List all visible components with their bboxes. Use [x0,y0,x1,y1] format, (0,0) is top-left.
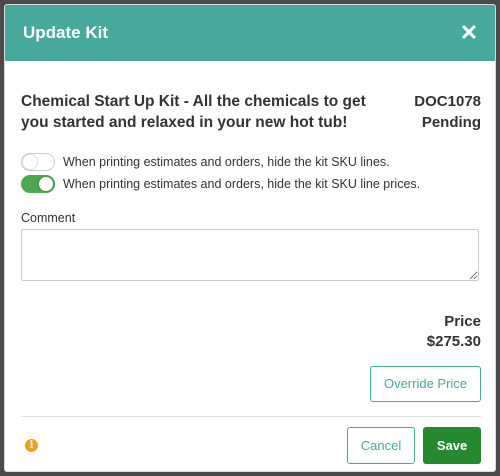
comment-label: Comment [21,211,76,225]
status-label: Pending [421,114,481,131]
toggle-knob [39,177,53,191]
hide-sku-prices-toggle[interactable] [21,175,55,193]
override-price-button[interactable]: Override Price [370,366,481,402]
kit-name: Chemical Start Up Kit - All the chemical… [21,93,366,131]
price-block: Price $275.30 [21,312,481,352]
close-icon[interactable]: ✕ [459,22,479,44]
save-button[interactable]: Save [423,427,481,464]
modal-body: Chemical Start Up Kit - All the chemical… [5,91,495,464]
modal-header: Update Kit ✕ [5,5,495,61]
hide-sku-lines-toggle[interactable] [21,153,55,171]
hide-sku-lines-option: When printing estimates and orders, hide… [21,151,481,173]
doc-number: DOC1078 [414,93,481,110]
hide-sku-prices-label: When printing estimates and orders, hide… [63,177,421,191]
toggle-knob [23,155,37,169]
kit-summary: Chemical Start Up Kit - All the chemical… [21,91,481,133]
hide-sku-prices-option: When printing estimates and orders, hide… [21,173,481,195]
cancel-button[interactable]: Cancel [347,427,415,464]
footer-buttons: Cancel Save [347,427,481,464]
comment-textarea[interactable] [21,229,479,281]
price-label: Price [444,313,481,330]
kit-meta: DOC1078 Pending [414,91,481,133]
override-wrap: Override Price [21,366,481,402]
hide-sku-lines-label: When printing estimates and orders, hide… [63,155,390,169]
update-kit-modal: Update Kit ✕ Chemical Start Up Kit - All… [4,4,496,472]
modal-title: Update Kit [23,23,108,42]
footer-divider [21,416,481,417]
info-icon[interactable]: i [25,439,38,452]
price-value: $275.30 [426,333,481,350]
modal-footer: i Cancel Save [21,427,481,464]
